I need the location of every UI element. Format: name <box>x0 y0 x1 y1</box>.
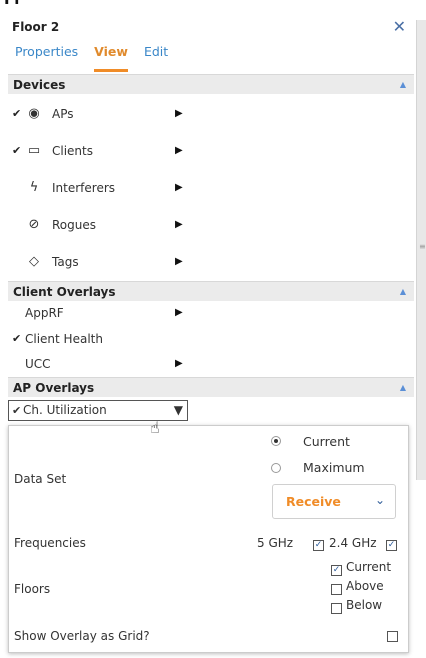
device-label: Tags <box>52 255 79 269</box>
vertical-scrollbar[interactable]: ≡ <box>416 20 426 480</box>
floor-below-checkbox[interactable] <box>331 603 342 614</box>
client-overlays-section-header[interactable]: Client Overlays ▲ <box>8 281 414 301</box>
device-row-tags[interactable]: ◇ Tags ▶ <box>8 250 414 274</box>
direction-select[interactable]: Receive ⌄ <box>272 484 396 519</box>
devices-section-header[interactable]: Devices ▲ <box>8 74 414 94</box>
collapse-up-icon[interactable]: ▲ <box>400 378 406 398</box>
ap-overlay-selected: Ch. Utilization <box>23 403 107 417</box>
overlay-row-ucc[interactable]: UCC ▶ <box>8 352 414 376</box>
freq-24ghz-checkbox[interactable]: ✓ <box>386 540 397 551</box>
overlay-label: AppRF <box>25 306 64 320</box>
client-overlays-header-label: Client Overlays <box>13 285 116 299</box>
freq-24ghz-label: 2.4 GHz <box>329 536 377 550</box>
floor-above-checkbox[interactable] <box>331 584 342 595</box>
expand-arrow-icon[interactable]: ▶ <box>175 250 183 274</box>
devices-header-label: Devices <box>13 78 66 92</box>
check-icon: ✔ <box>12 144 22 157</box>
overlay-label: UCC <box>25 357 51 371</box>
overlay-row-apprf[interactable]: AppRF ▶ <box>8 301 414 325</box>
panel-title: Floor 2 <box>12 20 60 34</box>
tab-edit[interactable]: Edit <box>144 44 168 72</box>
radio-maximum-label: Maximum <box>303 460 365 475</box>
freq-5ghz-checkbox[interactable]: ✓ <box>313 540 324 551</box>
overlay-settings-panel: Data Set Current Maximum Receive ⌄ Frequ… <box>8 425 409 653</box>
device-label: Interferers <box>52 181 116 195</box>
top-strip: Fl ◠ <box>0 0 426 10</box>
grid-checkbox[interactable] <box>387 631 398 642</box>
overlay-label: Client Health <box>25 332 103 346</box>
monitor-icon: ▭ <box>27 143 41 158</box>
check-icon: ✔ <box>12 404 22 417</box>
device-label: Clients <box>52 144 93 158</box>
tab-properties[interactable]: Properties <box>15 44 78 72</box>
rogue-icon: ⊘ <box>28 217 40 232</box>
ap-icon: ◉ <box>28 106 40 121</box>
collapse-up-icon[interactable]: ▲ <box>400 75 406 95</box>
scrollbar-grip-icon[interactable]: ≡ <box>419 242 426 251</box>
interferer-icon: ϟ <box>29 180 39 195</box>
expand-arrow-icon[interactable]: ▶ <box>175 102 183 126</box>
overlay-row-client-health[interactable]: ✔ Client Health <box>8 327 414 351</box>
direction-value: Receive <box>286 494 341 509</box>
device-row-clients[interactable]: ✔ ▭ Clients ▶ <box>8 139 414 163</box>
radio-maximum[interactable] <box>271 463 281 473</box>
radio-current-label: Current <box>303 434 350 449</box>
expand-arrow-icon[interactable]: ▶ <box>175 301 183 325</box>
expand-arrow-icon[interactable]: ▶ <box>175 139 183 163</box>
close-icon[interactable]: ✕ <box>393 17 406 36</box>
floor-current-label: Current <box>346 560 392 574</box>
freq-5ghz-label: 5 GHz <box>257 536 294 550</box>
device-row-interferers[interactable]: ϟ Interferers ▶ <box>8 176 414 200</box>
tag-icon: ◇ <box>29 254 39 269</box>
radio-current[interactable] <box>271 436 281 446</box>
hand-cursor-icon: ☝ <box>150 418 160 437</box>
floor-above-label: Above <box>346 579 384 593</box>
check-icon: ✔ <box>12 332 22 345</box>
device-row-aps[interactable]: ✔ ◉ APs ▶ <box>8 102 414 126</box>
partial-help-icon: ◠ <box>4 0 422 5</box>
expand-arrow-icon[interactable]: ▶ <box>175 213 183 237</box>
collapse-up-icon[interactable]: ▲ <box>400 282 406 302</box>
device-label: APs <box>52 107 74 121</box>
frequencies-label: Frequencies <box>14 536 86 550</box>
device-label: Rogues <box>52 218 96 232</box>
floor-current-checkbox[interactable]: ✓ <box>331 565 342 576</box>
grid-label: Show Overlay as Grid? <box>14 629 150 643</box>
expand-arrow-icon[interactable]: ▶ <box>175 352 183 376</box>
expand-arrow-icon[interactable]: ▶ <box>175 176 183 200</box>
tab-view[interactable]: View <box>94 44 128 72</box>
device-row-rogues[interactable]: ⊘ Rogues ▶ <box>8 213 414 237</box>
floor-below-label: Below <box>346 598 383 612</box>
ap-overlay-select[interactable]: ✔ Ch. Utilization ▼ <box>8 400 188 421</box>
check-icon: ✔ <box>12 107 22 120</box>
ap-overlays-header-label: AP Overlays <box>13 381 95 395</box>
chevron-down-icon: ⌄ <box>374 493 385 507</box>
tab-bar: Properties View Edit <box>15 44 184 72</box>
caret-down-icon[interactable]: ▼ <box>174 401 183 420</box>
ap-overlays-section-header[interactable]: AP Overlays ▲ <box>8 377 414 397</box>
data-set-label: Data Set <box>14 472 67 486</box>
floors-label: Floors <box>14 582 51 596</box>
